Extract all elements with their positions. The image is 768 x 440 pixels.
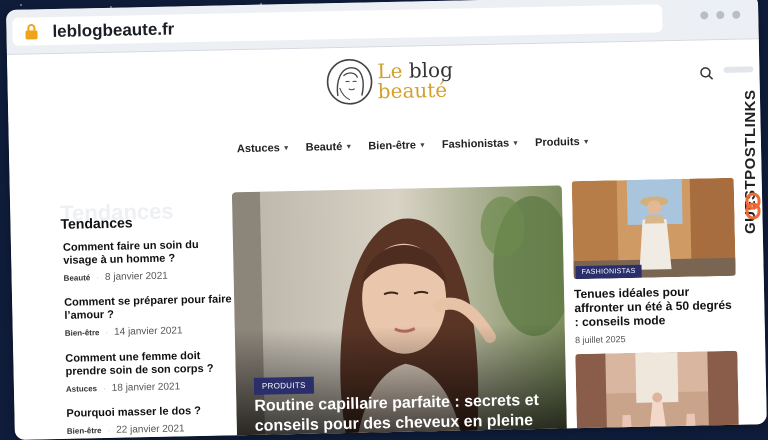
trend-date: 22 janvier 2021: [116, 423, 185, 436]
nav-label: Beauté: [305, 140, 343, 154]
chain-link-icon: [745, 192, 761, 220]
trend-item[interactable]: Pourquoi masser le dos ? Bien-être · 22 ja…: [66, 404, 235, 437]
article-thumbnail[interactable]: FASHIONISTAS: [571, 177, 736, 280]
trend-date: 8 janvier 2021: [104, 270, 168, 283]
nav-label: Fashionistas: [441, 137, 510, 151]
trend-item[interactable]: Comment se préparer pour faire l’amour ?…: [64, 293, 233, 339]
url-field[interactable]: leblogbeaute.fr: [12, 4, 663, 46]
trend-date: 14 janvier 2021: [114, 325, 183, 338]
meta-separator: ·: [102, 383, 106, 394]
lock-icon: [25, 24, 38, 40]
street-fashion-photo: [571, 177, 736, 280]
trend-title[interactable]: Comment se préparer pour faire l’amour ?: [64, 293, 233, 323]
nav-label: Astuces: [236, 142, 280, 156]
nav-label: Produits: [534, 136, 580, 149]
trend-date: 18 janvier 2021: [111, 381, 181, 394]
article-title[interactable]: Tenues idéales pour affronter un été à 5…: [574, 284, 737, 329]
category-badge[interactable]: PRODUITS: [253, 376, 314, 395]
nav-item-fashionistas[interactable]: Fashionistas ▼: [441, 137, 520, 151]
meta-separator: ·: [107, 425, 111, 435]
chevron-down-icon: ▼: [282, 144, 290, 152]
trend-title[interactable]: Pourquoi masser le dos ?: [66, 404, 234, 421]
hero-title[interactable]: Routine capillaire parfaite : secrets et…: [254, 391, 555, 437]
meta-separator: ·: [96, 273, 100, 283]
trend-title[interactable]: Comment faire un soin du visage à un hom…: [63, 238, 232, 268]
section-heading: Tendances: [60, 214, 133, 232]
nav-label: Bien-être: [368, 139, 417, 153]
woman-face-logo-icon: [326, 59, 373, 105]
search-icon[interactable]: [699, 66, 714, 80]
browser-window: leblogbeaute.fr Le blog beauté Astuces ▼…: [6, 0, 767, 440]
article-date: 8 juillet 2025: [574, 334, 626, 346]
chevron-down-icon: ▼: [418, 141, 426, 149]
chevron-down-icon: ▼: [582, 138, 590, 146]
logo-beaute: beauté: [377, 77, 448, 104]
hero-article[interactable]: PRODUITS Routine capillaire parfaite : s…: [231, 185, 568, 440]
trend-item[interactable]: Comment une femme doit prendre soin de s…: [65, 349, 234, 395]
chevron-down-icon: ▼: [345, 143, 353, 151]
nav-item-bien-etre[interactable]: Bien-être ▼: [368, 139, 426, 152]
nav-item-astuces[interactable]: Astuces ▼: [237, 142, 290, 155]
window-dot-icon[interactable]: [700, 11, 709, 20]
logo-wordmark: Le blog beauté: [377, 58, 453, 104]
site-logo[interactable]: Le blog beauté: [325, 56, 454, 107]
main-nav: Astuces ▼ Beauté ▼ Bien-être ▼ Fashionistas…: [237, 136, 590, 155]
trend-category[interactable]: Bien-être: [65, 328, 100, 338]
nav-item-produits[interactable]: Produits ▼: [535, 136, 590, 149]
meta-separator: ·: [105, 327, 109, 337]
trend-category[interactable]: Bien-être: [67, 426, 102, 436]
nav-item-beaute[interactable]: Beauté ▼: [306, 141, 353, 154]
url-text: leblogbeaute.fr: [52, 19, 175, 42]
article-card[interactable]: [575, 350, 740, 440]
window-controls: [700, 10, 741, 20]
category-badge[interactable]: FASHIONISTAS: [575, 264, 642, 280]
trend-category[interactable]: Astuces: [66, 384, 97, 394]
article-card[interactable]: FASHIONISTAS Tenues idéales pour affront…: [571, 177, 737, 346]
window-dot-icon[interactable]: [732, 10, 741, 19]
trend-title[interactable]: Comment une femme doit prendre soin de s…: [65, 349, 234, 379]
window-dot-icon[interactable]: [716, 10, 725, 20]
runway-photo: [575, 350, 740, 440]
web-page: Le blog beauté Astuces ▼ Beauté ▼ Bien-êtr…: [6, 39, 767, 440]
trend-category[interactable]: Beauté: [64, 273, 91, 283]
chevron-down-icon: ▼: [512, 139, 520, 147]
article-thumbnail[interactable]: [575, 350, 740, 440]
trend-item[interactable]: Comment faire un soin du visage à un hom…: [63, 238, 232, 284]
